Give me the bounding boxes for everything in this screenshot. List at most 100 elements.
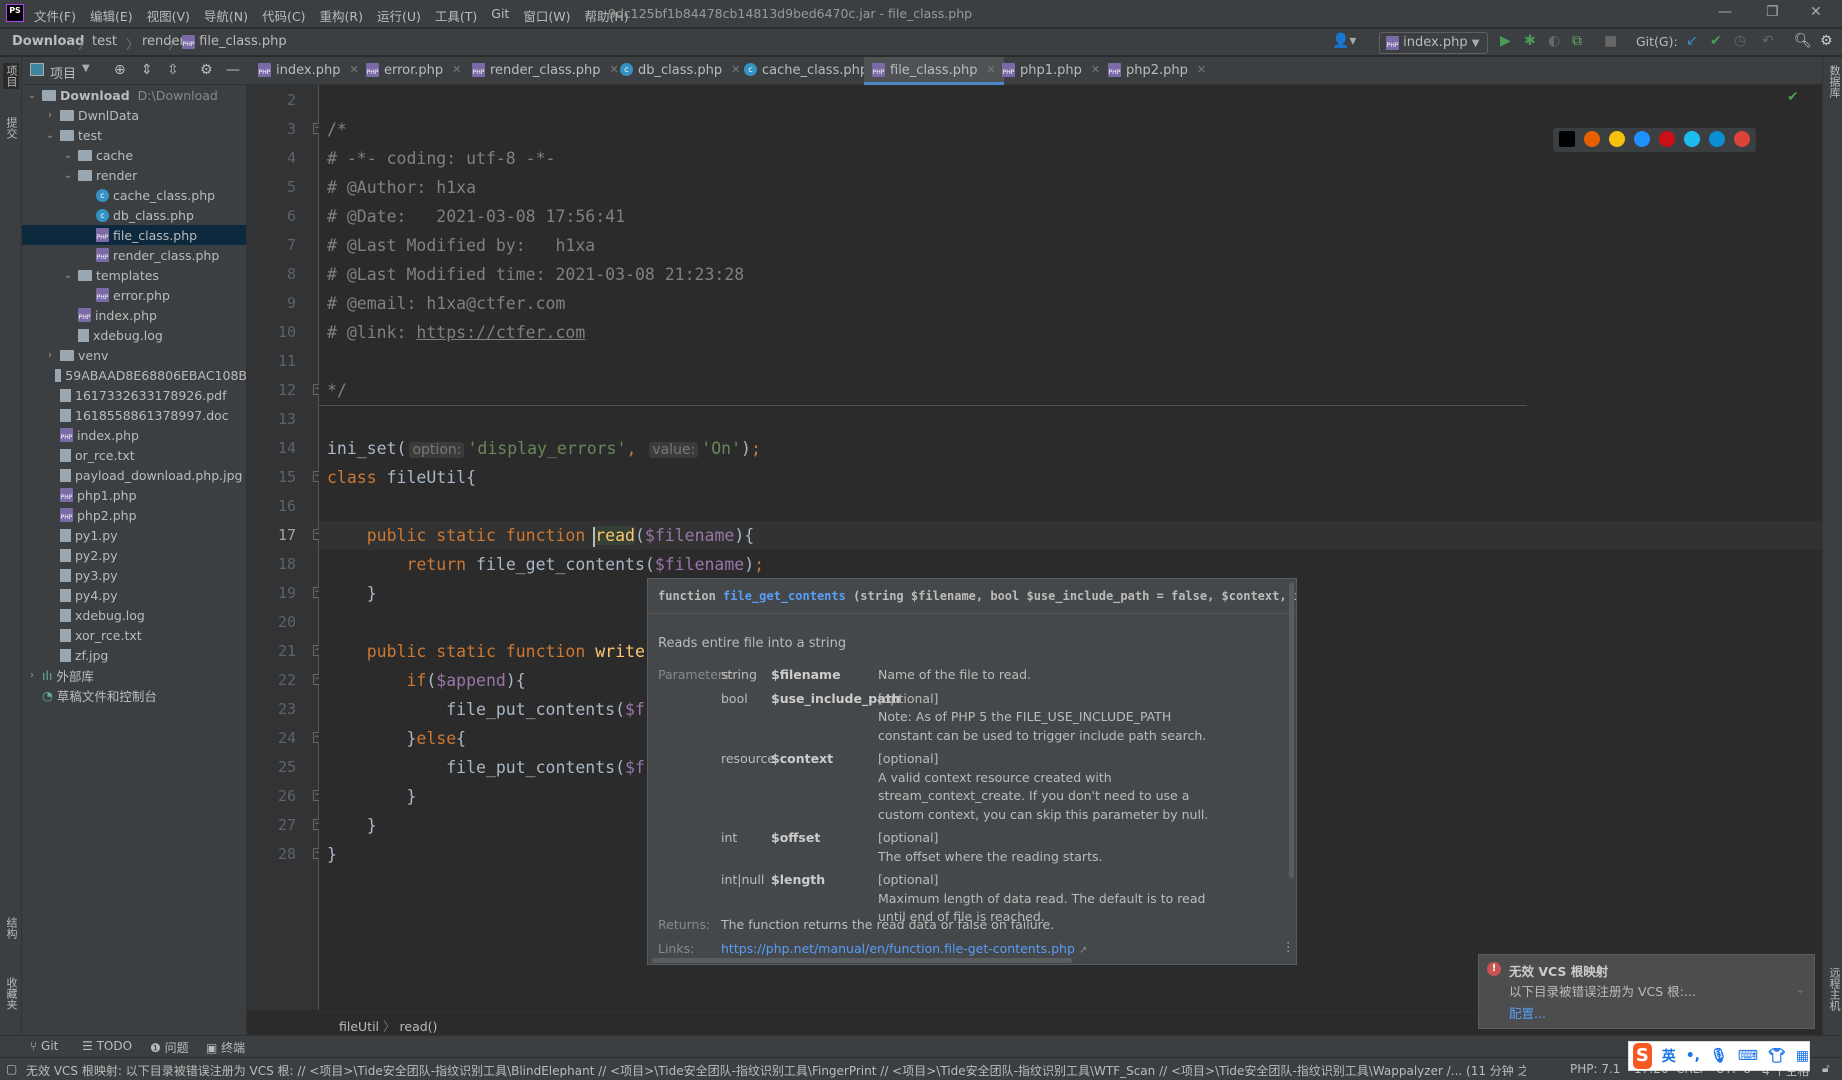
profile-icon[interactable]: ⧉ [1572, 33, 1582, 49]
tab-db_class-php[interactable]: c db_class.php ✕ [612, 57, 748, 85]
code-line[interactable]: }else{ [327, 724, 466, 753]
tree-item[interactable]: ⌄ templates [22, 265, 246, 285]
hide-icon[interactable]: — [226, 62, 240, 78]
safari-icon[interactable] [1634, 131, 1650, 147]
minimize-icon[interactable]: — [1718, 4, 1732, 20]
tab-close-icon[interactable]: ✕ [1197, 63, 1206, 85]
code-line[interactable]: file_put_contents($f [327, 753, 645, 782]
tab-close-icon[interactable]: ✕ [1091, 63, 1100, 85]
tree-item[interactable]: ⌄ test [22, 125, 246, 145]
maximize-icon[interactable]: ❐ [1766, 4, 1779, 20]
problems-tool-button[interactable]: ❶ 问题 [150, 1039, 189, 1056]
gear-icon[interactable]: ⚙ [1820, 33, 1833, 49]
menu-item[interactable]: 重构(R) [320, 6, 363, 25]
tree-item[interactable]: py3.py [22, 565, 246, 585]
run-config-dropdown[interactable]: PHP index.php ▼ [1379, 32, 1488, 54]
edge-icon[interactable] [1709, 131, 1725, 147]
code-line[interactable]: # @Date: 2021-03-08 17:56:41 [327, 202, 625, 231]
tab-index-php[interactable]: PHP index.php ✕ [250, 57, 367, 85]
php-level[interactable]: PHP: 7.1 [1570, 1062, 1620, 1076]
tab-error-php[interactable]: PHP error.php ✕ [358, 57, 469, 85]
collapse-all-icon[interactable]: ⇳ [167, 62, 179, 78]
database-tool-button[interactable]: 数据库 [1826, 65, 1842, 98]
menu-item[interactable]: 文件(F) [34, 6, 76, 25]
tree-item[interactable]: › DwnlData [22, 105, 246, 125]
opera-icon[interactable] [1659, 131, 1675, 147]
rollback-icon[interactable]: ↶ [1762, 33, 1774, 49]
tab-file_class-php[interactable]: PHP file_class.php ✕ [864, 57, 1004, 85]
tree-item[interactable]: payload_download.php.jpg [22, 465, 246, 485]
code-line[interactable]: # @Last Modified by: h1xa [327, 231, 595, 260]
chromium-icon[interactable] [1734, 131, 1750, 147]
code-line[interactable]: # @Author: h1xa [327, 173, 476, 202]
terminal-tool-button[interactable]: ▣ 终端 [206, 1039, 245, 1056]
project-view-selector[interactable]: 项目 ▼ [30, 63, 90, 82]
code-link[interactable]: https://ctfer.com [416, 323, 585, 342]
crumb-class[interactable]: fileUtil [339, 1019, 379, 1034]
tree-item[interactable]: PHP index.php [22, 425, 246, 445]
code-line[interactable]: } [327, 579, 377, 608]
tree-item[interactable]: xdebug.log [22, 325, 246, 345]
tab-php2-php[interactable]: PHP php2.php ✕ [1100, 57, 1214, 85]
microphone-icon[interactable]: 🎙︎ [1710, 1048, 1728, 1064]
tree-item[interactable]: PHP error.php [22, 285, 246, 305]
close-icon[interactable]: ✕ [1810, 4, 1822, 20]
lock-icon[interactable]: 🔓︎ [1822, 1061, 1830, 1076]
more-options-icon[interactable]: ⋮ [1282, 939, 1295, 954]
code-line[interactable]: # @email: h1xa@ctfer.com [327, 289, 565, 318]
coverage-icon[interactable]: ◐ [1548, 33, 1560, 49]
tree-item[interactable]: ⌄ Download D:\Download [22, 85, 246, 105]
run-icon[interactable]: ▶ [1500, 33, 1511, 49]
tree-item[interactable]: PHP php2.php [22, 505, 246, 525]
tree-item[interactable]: xor_rce.txt [22, 625, 246, 645]
tree-item[interactable]: PHP php1.php [22, 485, 246, 505]
tree-item[interactable]: or_rce.txt [22, 445, 246, 465]
popup-scrollbar[interactable] [1289, 583, 1294, 878]
status-message[interactable]: 无效 VCS 根映射: 以下目录被错误注册为 VCS 根: // <项目>\Ti… [26, 1062, 1526, 1079]
stop-icon[interactable]: ■ [1604, 33, 1617, 49]
ie-icon[interactable] [1684, 131, 1700, 147]
expand-chevron-icon[interactable]: ⌄ [1795, 981, 1805, 996]
ime-punctuation[interactable]: •, [1686, 1048, 1700, 1064]
tree-item[interactable]: PHP render_class.php [22, 245, 246, 265]
phpstorm-browser-icon[interactable] [1559, 131, 1575, 147]
tree-item[interactable]: c db_class.php [22, 205, 246, 225]
tree-item[interactable]: › venv [22, 345, 246, 365]
tree-item[interactable]: › ılı 外部库 [22, 665, 246, 685]
inspection-ok-icon[interactable]: ✔ [1787, 89, 1799, 105]
doc-link[interactable]: https://php.net/manual/en/function.file-… [721, 941, 1087, 956]
code-line[interactable]: ini_set(option:'display_errors', value: '… [327, 434, 761, 463]
search-icon[interactable]: 🔍︎ [1794, 33, 1812, 49]
code-line[interactable]: if($append){ [327, 666, 525, 695]
code-line[interactable]: } [327, 782, 416, 811]
tree-item[interactable]: xdebug.log [22, 605, 246, 625]
code-line[interactable]: public static function write [327, 637, 645, 666]
code-line[interactable]: } [327, 811, 377, 840]
favorites-tool-button[interactable]: 收藏夹 [3, 977, 19, 1010]
code-line[interactable]: # @link: https://ctfer.com [327, 318, 585, 347]
remote-host-tool-button[interactable]: 远程主机 [1826, 967, 1842, 1011]
tree-item[interactable]: ◔ 草稿文件和控制台 [22, 685, 246, 705]
menu-item[interactable]: 工具(T) [435, 6, 477, 25]
gear-icon[interactable]: ⚙ [200, 62, 213, 78]
structure-tool-button[interactable]: 结构 [3, 917, 19, 939]
tab-php1-php[interactable]: PHP php1.php ✕ [994, 57, 1108, 85]
tree-item[interactable]: py1.py [22, 525, 246, 545]
tree-item[interactable]: PHP file_class.php [22, 225, 246, 245]
menu-item[interactable]: 导航(N) [204, 6, 248, 25]
tab-close-icon[interactable]: ✕ [452, 63, 461, 85]
todo-tool-button[interactable]: ☰ TODO [82, 1039, 132, 1053]
tree-item[interactable]: c cache_class.php [22, 185, 246, 205]
code-line[interactable]: */ [327, 376, 347, 405]
code-line[interactable]: class fileUtil{ [327, 463, 476, 492]
menu-item[interactable]: 窗口(W) [523, 6, 570, 25]
menu-item[interactable]: Git [491, 6, 509, 25]
tree-item[interactable]: 1618558861378997.doc [22, 405, 246, 425]
breadcrumb-download[interactable]: Download [12, 34, 84, 49]
chrome-icon[interactable] [1609, 131, 1625, 147]
user-icon[interactable]: 👤▾ [1332, 33, 1356, 49]
tree-item[interactable]: 59ABAAD8E68806EBAC108B [22, 365, 246, 385]
code-line[interactable]: } [327, 840, 337, 869]
menu-item[interactable]: 运行(U) [377, 6, 421, 25]
toolbox-icon[interactable]: ▦ [1796, 1048, 1809, 1064]
